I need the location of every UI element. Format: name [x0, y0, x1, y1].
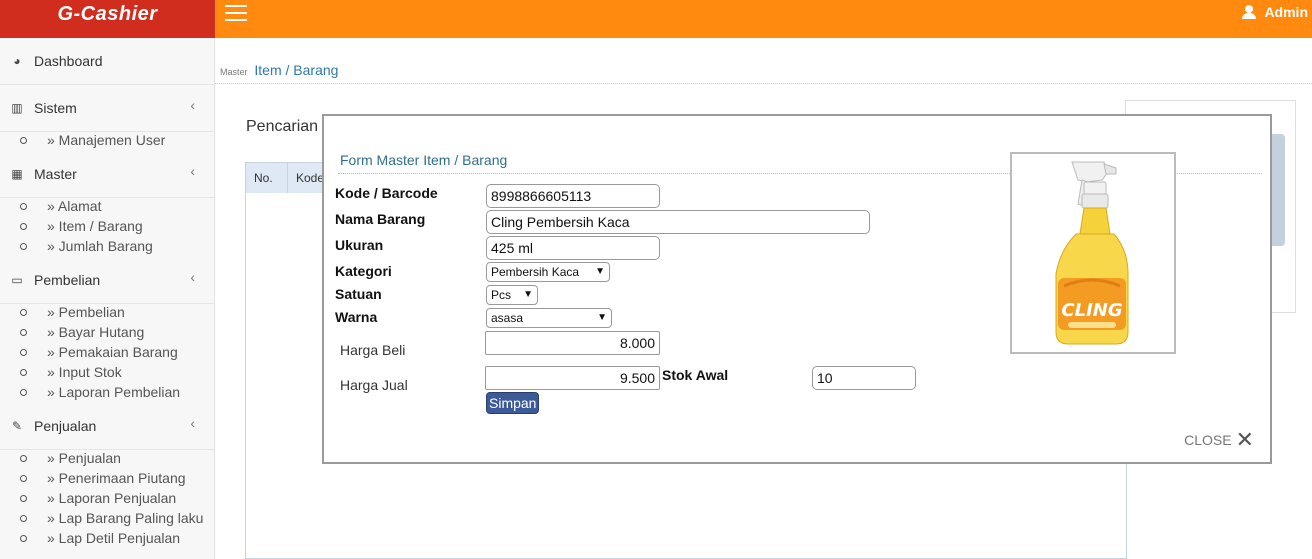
warna-label: Warna — [335, 309, 378, 325]
item-form-modal: Form Master Item / Barang Kode / Barcode… — [322, 114, 1272, 464]
grid-icon: ▦ — [11, 167, 23, 181]
sidebar-item-master[interactable]: ▦ Master ‹ — [0, 151, 215, 198]
top-navbar: G-Cashier Admin — [0, 0, 1312, 38]
ukuran-input[interactable]: 425 ml — [486, 236, 660, 260]
breadcrumb-divider — [215, 83, 1312, 84]
sidebar-item-label: Penjualan — [34, 418, 97, 434]
nama-label: Nama Barang — [335, 211, 426, 227]
sidebar-subitem-laporan-pembelian[interactable]: » Laporan Pembelian — [0, 382, 215, 402]
breadcrumb-page[interactable]: Item / Barang — [254, 62, 338, 78]
sidebar-subitem-item-barang[interactable]: » Item / Barang — [0, 216, 215, 236]
ukuran-label: Ukuran — [335, 237, 384, 253]
sistem-submenu: » Manajemen User — [0, 130, 215, 150]
close-label: CLOSE — [1184, 432, 1232, 448]
sidebar: ◕ Dashboard ▥ Sistem ‹ » Manajemen User … — [0, 38, 215, 559]
sidebar-subitem-input-stok[interactable]: » Input Stok — [0, 362, 215, 382]
laptop-icon: ▭ — [11, 273, 23, 287]
breadcrumb: Master Item / Barang — [220, 62, 338, 78]
column-header-no[interactable]: No. — [246, 163, 288, 193]
dropdown-arrow-icon: ▼ — [597, 312, 607, 323]
breadcrumb-section: Master — [220, 67, 248, 77]
pembelian-submenu: » Pembelian » Bayar Hutang » Pemakaian B… — [0, 302, 215, 402]
harga-jual-label: Harga Jual — [340, 377, 408, 393]
user-icon — [1242, 5, 1257, 19]
user-name: Admin — [1264, 4, 1308, 20]
sidebar-item-dashboard[interactable]: ◕ Dashboard — [0, 38, 215, 85]
sidebar-item-label: Pembelian — [34, 272, 101, 288]
save-button[interactable]: Simpan — [486, 392, 540, 414]
bar-chart-icon: ▥ — [11, 101, 23, 115]
stok-awal-label: Stok Awal — [662, 367, 729, 383]
app-brand[interactable]: G-Cashier — [0, 0, 215, 38]
chevron-left-icon: ‹ — [190, 269, 195, 285]
sidebar-subitem-pemakaian-barang[interactable]: » Pemakaian Barang — [0, 342, 215, 362]
dropdown-arrow-icon: ▼ — [595, 266, 605, 277]
sidebar-subitem-penjualan[interactable]: » Penjualan — [0, 448, 215, 468]
modal-title: Form Master Item / Barang — [340, 152, 508, 168]
sidebar-item-label: Sistem — [34, 100, 77, 116]
satuan-label: Satuan — [335, 286, 382, 302]
close-icon: ✕ — [1235, 427, 1254, 452]
dashboard-icon: ◕ — [13, 54, 21, 68]
edit-icon: ✎ — [11, 419, 23, 433]
penjualan-submenu: » Penjualan » Penerimaan Piutang » Lapor… — [0, 448, 215, 548]
sidebar-subitem-lap-detil-penjualan[interactable]: » Lap Detil Penjualan — [0, 528, 215, 548]
harga-beli-input[interactable]: 8.000 — [485, 331, 660, 355]
warna-selected-value: asasa — [491, 311, 524, 325]
sidebar-subitem-alamat[interactable]: » Alamat — [0, 196, 215, 216]
sidebar-item-label: Master — [34, 166, 77, 182]
kategori-label: Kategori — [335, 263, 392, 279]
dropdown-arrow-icon: ▼ — [523, 289, 533, 300]
harga-beli-label: Harga Beli — [340, 342, 406, 358]
sidebar-subitem-manajemen-user[interactable]: » Manajemen User — [0, 130, 215, 150]
svg-text:CLING: CLING — [1061, 300, 1122, 321]
chevron-left-icon: ‹ — [190, 97, 195, 113]
sidebar-subitem-penerimaan-piutang[interactable]: » Penerimaan Piutang — [0, 468, 215, 488]
stok-awal-input[interactable]: 10 — [812, 366, 916, 390]
kode-barcode-input[interactable]: 8998866605113 — [486, 184, 660, 208]
sidebar-item-label: Dashboard — [34, 53, 103, 69]
menu-toggle-icon[interactable] — [225, 5, 247, 21]
sidebar-subitem-lap-barang-paling-laku[interactable]: » Lap Barang Paling laku — [0, 508, 215, 528]
satuan-selected-value: Pcs — [491, 288, 512, 302]
kategori-select[interactable]: Pembersih Kaca ▼ — [486, 262, 610, 282]
search-label: Pencarian — [246, 118, 319, 135]
sidebar-item-sistem[interactable]: ▥ Sistem ‹ — [0, 85, 215, 132]
kategori-selected-value: Pembersih Kaca — [491, 265, 580, 279]
warna-select[interactable]: asasa ▼ — [486, 308, 612, 328]
user-menu[interactable]: Admin — [1242, 4, 1308, 20]
sidebar-subitem-bayar-hutang[interactable]: » Bayar Hutang — [0, 322, 215, 342]
sidebar-item-penjualan[interactable]: ✎ Penjualan ‹ — [0, 403, 215, 450]
chevron-left-icon: ‹ — [190, 163, 195, 179]
close-button[interactable]: CLOSE ✕ — [1184, 427, 1254, 452]
master-submenu: » Alamat » Item / Barang » Jumlah Barang — [0, 196, 215, 256]
satuan-select[interactable]: Pcs ▼ — [486, 285, 538, 305]
kode-label: Kode / Barcode — [335, 185, 438, 201]
sidebar-subitem-pembelian[interactable]: » Pembelian — [0, 302, 215, 322]
nama-barang-input[interactable]: Cling Pembersih Kaca — [486, 210, 870, 234]
harga-jual-input[interactable]: 9.500 — [485, 366, 660, 390]
chevron-left-icon: ‹ — [190, 415, 195, 431]
sidebar-item-pembelian[interactable]: ▭ Pembelian ‹ — [0, 257, 215, 304]
sidebar-subitem-laporan-penjualan[interactable]: » Laporan Penjualan — [0, 488, 215, 508]
sidebar-subitem-jumlah-barang[interactable]: » Jumlah Barang — [0, 236, 215, 256]
spray-bottle-image: CLING — [1055, 161, 1129, 345]
product-image[interactable]: CLING — [1010, 152, 1176, 354]
